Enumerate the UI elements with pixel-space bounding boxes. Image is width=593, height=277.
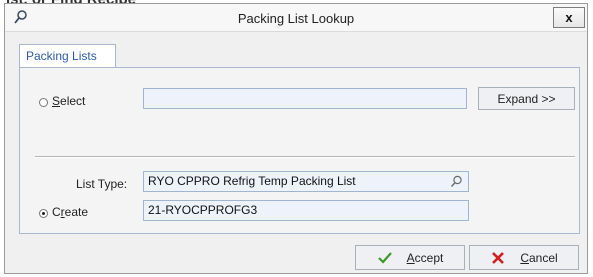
create-input[interactable]: 21-RYOCPPROFG3 bbox=[143, 200, 469, 221]
select-radio[interactable] bbox=[39, 98, 48, 107]
tab-label: Packing Lists bbox=[26, 49, 97, 63]
list-type-input[interactable]: RYO CPPRO Refrig Temp Packing List bbox=[143, 171, 469, 192]
close-button[interactable]: x bbox=[553, 7, 585, 28]
separator bbox=[35, 156, 575, 158]
tab-packing-lists[interactable]: Packing Lists bbox=[19, 44, 116, 68]
list-type-value: RYO CPPRO Refrig Temp Packing List bbox=[148, 174, 356, 188]
create-radio[interactable] bbox=[39, 209, 48, 218]
close-icon bbox=[492, 251, 505, 264]
title-bar: Packing List Lookup x bbox=[5, 4, 587, 32]
search-icon[interactable] bbox=[450, 175, 463, 188]
accept-button[interactable]: Accept bbox=[355, 245, 465, 270]
select-input[interactable] bbox=[143, 88, 467, 109]
cancel-button[interactable]: Cancel bbox=[469, 245, 579, 270]
select-label: Select bbox=[52, 94, 86, 108]
list-type-label: List Type: bbox=[76, 177, 128, 191]
expand-label: Expand >> bbox=[497, 91, 556, 106]
check-icon bbox=[377, 251, 392, 264]
dialog-title: Packing List Lookup bbox=[237, 11, 355, 26]
cancel-label: Cancel bbox=[520, 250, 558, 265]
create-label: Create bbox=[52, 205, 89, 219]
expand-button[interactable]: Expand >> bbox=[478, 87, 575, 110]
accept-label: Accept bbox=[406, 250, 444, 265]
packing-list-lookup-dialog: Packing List Lookup x Packing Lists Sele… bbox=[4, 3, 588, 274]
close-icon: x bbox=[565, 10, 573, 25]
